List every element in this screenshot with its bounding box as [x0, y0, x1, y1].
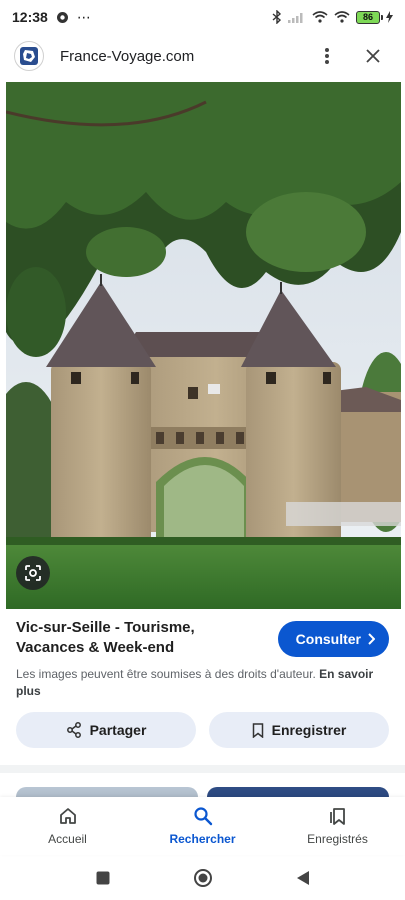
- chevron-right-icon: [368, 633, 375, 645]
- home-icon: [59, 808, 76, 824]
- square-icon: [96, 871, 109, 884]
- bookmark-icon: [252, 722, 263, 738]
- lens-search-button[interactable]: [16, 556, 50, 590]
- status-time: 12:38: [12, 9, 48, 25]
- consult-button[interactable]: Consulter: [277, 621, 389, 657]
- section-divider: [0, 765, 405, 773]
- nav-home[interactable]: Accueil: [8, 806, 128, 846]
- charging-icon: [386, 11, 393, 23]
- title-row: Vic-sur-Seille - Tourisme, Vacances & We…: [16, 618, 389, 658]
- save-button[interactable]: Enregistrer: [209, 712, 389, 748]
- search-icon: [193, 807, 212, 826]
- share-button[interactable]: Partager: [16, 712, 196, 748]
- more-vert-icon: [325, 48, 329, 64]
- close-button[interactable]: [355, 38, 391, 74]
- back-triangle-icon: [296, 870, 309, 885]
- nav-saved[interactable]: Enregistrés: [278, 806, 398, 846]
- signal-icon: [288, 11, 306, 23]
- consult-label: Consulter: [295, 631, 361, 647]
- nav-saved-label: Enregistrés: [307, 832, 368, 846]
- battery-icon: 86: [356, 10, 383, 24]
- save-label: Enregistrer: [271, 722, 347, 738]
- close-icon: [366, 49, 380, 63]
- more-notifications-indicator: ⋯: [76, 8, 91, 25]
- bottom-navigation: Accueil Rechercher Enregistrés: [0, 797, 405, 855]
- result-title[interactable]: Vic-sur-Seille - Tourisme, Vacances & We…: [16, 618, 256, 658]
- nav-search[interactable]: Rechercher: [143, 806, 263, 846]
- home-system-button[interactable]: [188, 863, 218, 893]
- circle-icon: [193, 868, 212, 887]
- saved-icon: [329, 808, 345, 825]
- status-bar: 12:38 ⋯ 86: [0, 0, 405, 34]
- result-info: Vic-sur-Seille - Tourisme, Vacances & We…: [16, 618, 389, 700]
- site-logo-icon: [14, 41, 44, 71]
- action-row: Partager Enregistrer: [16, 712, 389, 748]
- nav-search-label: Rechercher: [169, 832, 236, 846]
- wifi-alt-icon: [334, 11, 350, 23]
- back-button[interactable]: [288, 863, 318, 893]
- status-right: 86: [272, 10, 393, 24]
- browser-header: France-Voyage.com: [0, 34, 405, 78]
- more-options-button[interactable]: [309, 38, 345, 74]
- share-icon: [66, 722, 81, 738]
- recent-apps-button[interactable]: [88, 863, 118, 893]
- system-navigation: [0, 855, 405, 900]
- share-label: Partager: [89, 722, 147, 738]
- site-title: France-Voyage.com: [60, 47, 195, 65]
- status-left: 12:38 ⋯: [12, 9, 91, 26]
- nav-home-label: Accueil: [48, 832, 87, 846]
- copyright-text: Les images peuvent être soumises à des d…: [16, 667, 316, 681]
- notification-icon: [56, 11, 69, 24]
- wifi-icon: [312, 11, 328, 23]
- bluetooth-icon: [272, 10, 282, 24]
- lens-icon: [25, 565, 41, 581]
- copyright-notice: Les images peuvent être soumises à des d…: [16, 666, 386, 700]
- result-image[interactable]: [6, 82, 401, 609]
